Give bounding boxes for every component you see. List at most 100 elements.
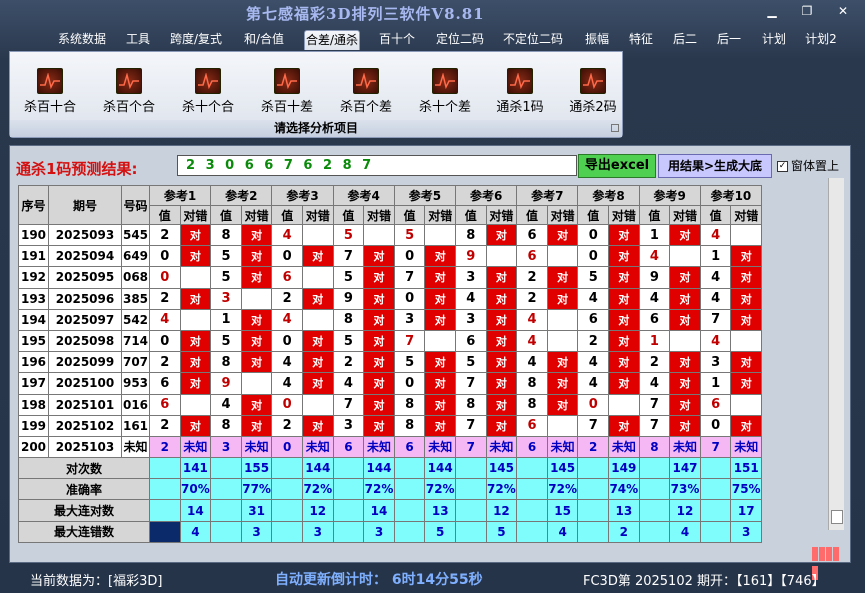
ribbon-button-2[interactable]: 杀十个合	[176, 68, 240, 118]
cell-hit: 对	[608, 287, 640, 310]
stats-spacer	[393, 457, 426, 480]
ribbon-button-6[interactable]: 通杀1码	[488, 68, 552, 118]
menu-item-1[interactable]: 工具	[124, 30, 152, 50]
cell-hit: 对	[669, 223, 701, 247]
cell-value: 1	[638, 223, 671, 247]
next-row[interactable]: 200 2025103 未知 2 未知 3 未知 0 未知 6 未知 6 未知 7 未知 6 未知 2 未知 8 未知 7…	[18, 435, 763, 459]
close-icon[interactable]: ✕	[833, 4, 853, 18]
cell-hit: 对	[424, 266, 457, 289]
cell-hit: 对	[363, 372, 395, 395]
cell-hit: 对	[546, 393, 579, 416]
stats-spacer	[332, 520, 365, 543]
col-ref-3[interactable]: 参考3	[271, 185, 334, 206]
ribbon-button-label: 杀十个合	[181, 100, 234, 115]
col-ref-5[interactable]: 参考5	[393, 185, 457, 206]
cell-hit: 对	[730, 372, 763, 395]
table-row[interactable]: 191 2025094 649 0 对 5 对 0 对 7 对 0 对 9 6 0 对 4 1 对	[18, 245, 763, 268]
table-row[interactable]: 193 2025096 385 2 对 3 2 对 9 对 0 对 4 对 2 对 4 对 4 对 4 对	[18, 287, 763, 310]
menu-item-13[interactable]: 计划2	[803, 30, 839, 50]
cell-hit: 对	[363, 266, 395, 289]
col-ref-9[interactable]: 参考9	[638, 185, 701, 206]
col-ref-10[interactable]: 参考10	[699, 185, 763, 206]
stats-spacer	[638, 499, 671, 522]
cell-value: 4	[516, 329, 548, 353]
menu-item-0[interactable]: 系统数据	[57, 30, 107, 50]
cell-hit: 对	[179, 351, 212, 374]
stats-spacer	[149, 520, 181, 543]
ribbon-button-label: 通杀2码	[569, 100, 617, 115]
col-ref-4[interactable]: 参考4	[332, 185, 395, 206]
cell-hit: 对	[302, 245, 334, 268]
menu-item-4[interactable]: 合差/通杀	[304, 30, 360, 50]
ribbon-button-0[interactable]: 杀百十合	[18, 68, 82, 118]
table-row[interactable]: 198 2025101 016 6 4 对 0 7 对 8 对 8 对 8 对 0 7 对 6	[18, 393, 763, 416]
export-excel-button[interactable]: 导出excel	[578, 154, 656, 178]
menu-item-9[interactable]: 特征	[627, 30, 655, 50]
menu-item-11[interactable]: 后一	[715, 30, 743, 50]
stats-value: 15	[546, 499, 579, 522]
menu-item-10[interactable]: 后二	[671, 30, 699, 50]
menu-item-7[interactable]: 不定位二码	[502, 30, 564, 50]
ribbon-button-label: 杀百十合	[23, 100, 76, 115]
col-ref-6[interactable]: 参考6	[455, 185, 518, 206]
vertical-scrollbar[interactable]	[828, 178, 844, 530]
col-ref-8[interactable]: 参考8	[577, 185, 640, 206]
stats-row: 最大连对数 14 31 12 14 13 12 15 13 12 17	[18, 499, 763, 522]
table-row[interactable]: 197 2025100 953 6 对 9 4 对 4 对 0 对 7 对 8 对 4 对 4 对 1 对	[18, 372, 763, 395]
menu-item-3[interactable]: 和/合值	[242, 30, 286, 50]
row-issue: 2025098	[48, 329, 122, 353]
chart-icon	[580, 68, 606, 94]
sub-hit: 对错	[179, 205, 212, 225]
table-row[interactable]: 196 2025099 707 2 对 8 对 4 对 2 对 5 对 5 对 4 对 4 对 2 对 3 对	[18, 351, 763, 374]
cell-value: 0	[393, 372, 426, 395]
stats-value: 5	[485, 520, 518, 543]
col-ref-1[interactable]: 参考1	[148, 185, 212, 206]
restore-icon[interactable]: ❐	[797, 4, 817, 18]
expand-icon[interactable]	[611, 124, 619, 132]
cell-value: 7	[455, 372, 487, 395]
menu-item-6[interactable]: 定位二码	[435, 30, 485, 50]
ribbon-button-7[interactable]: 通杀2码	[561, 68, 625, 118]
topmost-checkbox[interactable]: ✓ 窗体置上	[777, 157, 839, 174]
cell-hit	[546, 245, 579, 268]
cell-value: 3	[393, 308, 426, 331]
menu-item-8[interactable]: 振幅	[583, 30, 611, 50]
ribbon-button-1[interactable]: 杀百个合	[97, 68, 161, 118]
scroll-thumb[interactable]	[831, 510, 843, 524]
cell-hit: 对	[302, 414, 334, 437]
table-row[interactable]: 195 2025098 714 0 对 5 对 0 对 5 对 7 6 对 4 2 对 1 4	[18, 329, 763, 353]
sub-val: 值	[577, 205, 610, 225]
ribbon-button-5[interactable]: 杀十个差	[413, 68, 477, 118]
row-issue: 2025094	[48, 245, 122, 268]
menu-item-2[interactable]: 跨度/复式	[168, 30, 224, 50]
cell-value: 9	[638, 266, 671, 289]
stats-value: 3	[240, 520, 273, 543]
table-row[interactable]: 194 2025097 542 4 1 对 4 8 对 3 对 3 对 4 6 对 6 对 7 对	[18, 308, 763, 331]
ribbon-button-3[interactable]: 杀百十差	[255, 68, 319, 118]
minimize-icon[interactable]: ▁	[762, 4, 782, 18]
col-ref-2[interactable]: 参考2	[210, 185, 273, 206]
stats-spacer	[638, 520, 671, 543]
menu-item-12[interactable]: 计划	[760, 30, 788, 50]
table-row[interactable]: 192 2025095 068 0 5 对 6 5 对 7 对 3 对 2 对 5 对 9 对 4 对	[18, 266, 763, 289]
table-row[interactable]: 199 2025102 161 2 对 8 对 2 对 3 对 8 对 7 对 6 7 对 7 对 0 对	[18, 414, 763, 437]
cell-value: 9	[332, 287, 365, 310]
ribbon-button-4[interactable]: 杀百个差	[334, 68, 398, 118]
cell-hit: 对	[302, 329, 334, 353]
cell-value: 6	[516, 223, 548, 247]
cell-hit: 对	[608, 329, 640, 353]
menu-bar: 系统数据 工具 跨度/复式 和/合值 合差/通杀 百十个 定位二码 不定位二码 振幅 特征 后二 后一…	[0, 28, 865, 50]
next-status: 未知	[546, 435, 579, 459]
generate-base-button[interactable]: 用结果>生成大底	[658, 154, 772, 178]
stats-row: 对次数 141 155 144 144 144 145 145 149 147 151	[18, 457, 763, 480]
menu-item-5[interactable]: 百十个	[378, 30, 416, 50]
prediction-value[interactable]: 2 3 0 6 6 7 6 2 8 7	[177, 155, 577, 176]
table-row[interactable]: 190 2025093 545 2 对 8 对 4 5 5 8 对 6 对 0 对 1 对 4	[18, 223, 763, 247]
stats-spacer	[393, 499, 426, 522]
cell-hit: 对	[546, 287, 579, 310]
stats-value: 4	[669, 520, 701, 543]
cell-hit: 对	[546, 351, 579, 374]
cell-hit: 对	[424, 287, 457, 310]
cell-hit: 对	[363, 308, 395, 331]
col-ref-7[interactable]: 参考7	[516, 185, 579, 206]
